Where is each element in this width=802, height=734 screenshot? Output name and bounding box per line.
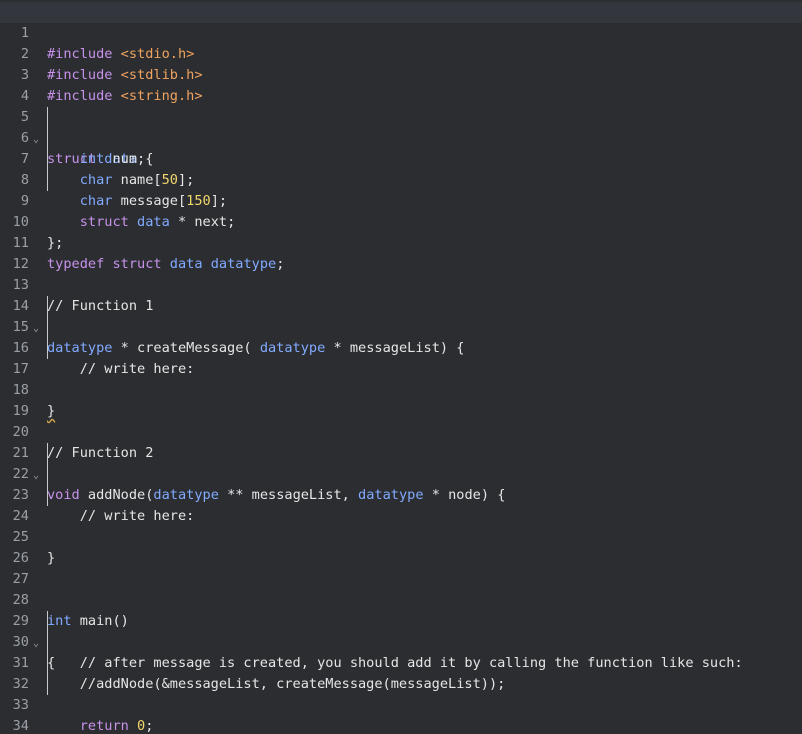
code-line-3[interactable]: 3 #include <string.h> bbox=[0, 44, 802, 104]
code-line-2[interactable]: 2 #include <stdlib.h> bbox=[0, 23, 802, 83]
code-line-34[interactable]: 34 } bbox=[0, 695, 802, 734]
code-line-20[interactable]: 20 // Function 2 bbox=[0, 401, 802, 461]
code-line-18[interactable]: 18 } bbox=[0, 359, 802, 419]
code-line-11[interactable]: 11 typedef struct data datatype; bbox=[0, 212, 802, 272]
code-line-28[interactable]: 28 int main() bbox=[0, 569, 802, 629]
code-line-4[interactable]: 4 bbox=[0, 65, 802, 104]
code-line-29[interactable]: 29 ⌄ { bbox=[0, 590, 802, 671]
code-line-31[interactable]: 31 //addNode(&messageList, createMessage… bbox=[0, 632, 802, 692]
code-line-16[interactable]: 16 // write here: bbox=[0, 317, 802, 377]
code-line-7[interactable]: 7 char name[50]; bbox=[0, 128, 802, 188]
code-line-9[interactable]: 9 struct data * next; bbox=[0, 170, 802, 230]
code-line-12[interactable]: 12 bbox=[0, 233, 802, 272]
indent-guide bbox=[47, 107, 48, 191]
code-line-13[interactable]: 13 // Function 1 bbox=[0, 254, 802, 314]
code-line-5[interactable]: 5 ⌄ struct data { bbox=[0, 86, 802, 167]
code-line-21[interactable]: 21 ⌄ void addNode(datatype ** messageLis… bbox=[0, 422, 802, 503]
code-line-23[interactable]: 23 // write here: bbox=[0, 464, 802, 524]
code-line-24[interactable]: 24 bbox=[0, 485, 802, 524]
code-line-17[interactable]: 17 bbox=[0, 338, 802, 377]
code-line-33[interactable]: 33 return 0; bbox=[0, 674, 802, 734]
code-line-15[interactable]: 15 bbox=[0, 296, 802, 335]
code-line-26[interactable]: 26 bbox=[0, 527, 802, 566]
code-line-1[interactable]: 1 #include <stdio.h> bbox=[0, 2, 802, 62]
code-line-25[interactable]: 25 } bbox=[0, 506, 802, 566]
code-line-10[interactable]: 10 }; bbox=[0, 191, 802, 251]
indent-guide bbox=[47, 443, 48, 506]
code-line-35[interactable]: 35 bbox=[0, 716, 802, 734]
code-line-19[interactable]: 19 bbox=[0, 380, 802, 419]
code-line-14[interactable]: 14 ⌄ datatype * createMessage( datatype … bbox=[0, 275, 802, 356]
code-line-27[interactable]: 27 bbox=[0, 548, 802, 587]
code-line-6[interactable]: 6 int num; bbox=[0, 107, 802, 167]
code-line-22[interactable]: 22 bbox=[0, 443, 802, 482]
indent-guide bbox=[47, 296, 48, 359]
code-line-30[interactable]: 30 // after message is created, you shou… bbox=[0, 611, 802, 671]
code-editor[interactable]: 1 #include <stdio.h> 2 #include <stdlib.… bbox=[0, 0, 802, 734]
code-line-32[interactable]: 32 bbox=[0, 653, 802, 692]
code-line-8[interactable]: 8 char message[150]; bbox=[0, 149, 802, 209]
indent-guide bbox=[47, 611, 48, 695]
